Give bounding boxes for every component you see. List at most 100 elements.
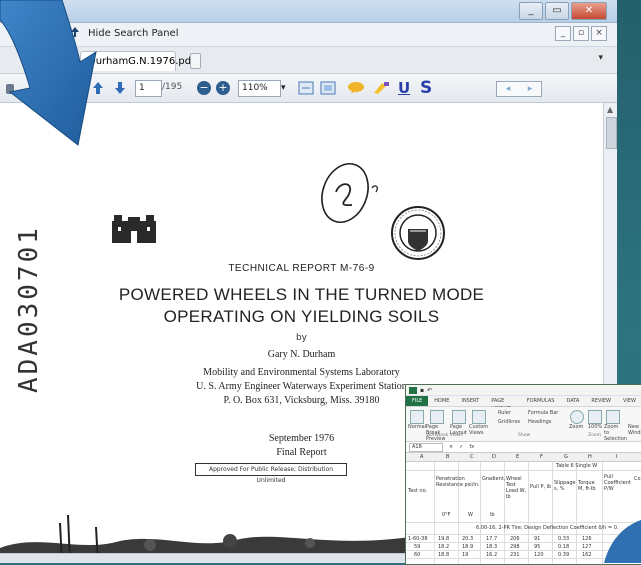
column-header-h[interactable]: H (588, 454, 592, 460)
scrollbar-thumb[interactable] (606, 117, 617, 149)
column-header-f[interactable]: F (540, 454, 543, 460)
zoom-selection-icon[interactable] (606, 410, 620, 424)
ribbon-tab-file[interactable]: FILE (406, 396, 429, 406)
zoom-icon[interactable] (570, 410, 584, 424)
custom-views-button[interactable]: Custom Views (469, 424, 489, 436)
normal-view-icon[interactable] (410, 410, 424, 424)
units-cell: lb (490, 512, 495, 518)
custom-views-icon[interactable] (472, 410, 486, 424)
zoom-100-icon[interactable] (588, 410, 602, 424)
nav-next-button[interactable]: ▸ (528, 82, 533, 96)
scroll-up-icon[interactable]: ▲ (607, 105, 613, 114)
formula-bar: A18 × ✓ fx (406, 442, 641, 453)
report-title-line-2: OPERATING ON YIELDING SOILS (163, 307, 440, 326)
release-statement: Approved For Public Release; Distributio… (195, 463, 347, 484)
zoom-level-input[interactable]: 110% (238, 80, 281, 97)
name-box[interactable]: A18 (409, 442, 443, 452)
window-controls: _ ▭ ✕ (519, 2, 607, 20)
confirm-entry-icon[interactable]: ✓ (459, 444, 463, 450)
ribbon-tab-insert[interactable]: INSERT (455, 396, 485, 406)
normal-view-button[interactable]: Normal (408, 424, 426, 430)
table-caption: Table 6 Single W (556, 463, 598, 469)
excel-logo-icon (409, 386, 417, 394)
zoom-100-button[interactable]: 100% (588, 424, 602, 430)
zoom-button[interactable]: Zoom (569, 424, 583, 430)
ribbon-tab-formulas[interactable]: FORMULAS (521, 396, 561, 406)
author-name: Gary N. Durham (267, 349, 336, 360)
cell-r2-c3: 18.9 (462, 544, 474, 550)
column-header-i[interactable]: I (616, 454, 617, 460)
panel-close-button[interactable]: × (591, 26, 607, 41)
headings-checkbox[interactable]: Headings (528, 419, 551, 425)
fx-label[interactable]: fx (469, 444, 474, 450)
ruler-checkbox[interactable]: Ruler (498, 410, 511, 416)
underline-button[interactable]: U (398, 79, 410, 97)
page-layout-icon[interactable] (452, 410, 466, 424)
nav-prev-button[interactable]: ◂ (506, 82, 511, 96)
page-break-icon[interactable] (430, 410, 444, 424)
status-bar (0, 553, 405, 563)
ribbon-tab-data[interactable]: DATA (560, 396, 585, 406)
header-slippage: Slippage s, % (554, 480, 576, 492)
panel-restore-button[interactable]: ▫ (573, 26, 589, 41)
column-header-g[interactable]: G (564, 454, 568, 460)
header-wheel-load: Wheel Test Load W, lb (506, 476, 527, 500)
zoom-out-icon[interactable]: − (197, 79, 211, 97)
new-tab-button[interactable] (190, 53, 201, 69)
tab-overflow-icon[interactable]: ▾ (598, 53, 603, 63)
new-window-button[interactable]: New Window (628, 424, 641, 436)
agency-seal-icon (388, 199, 446, 267)
cell-r1-c6: 91 (534, 536, 541, 542)
page-count: /195 (162, 82, 183, 92)
column-header-e[interactable]: E (516, 454, 519, 460)
header-torque: Torque M, ft-lb (578, 480, 596, 492)
undo-icon[interactable]: ↶ (427, 387, 432, 394)
fit-page-icon[interactable] (298, 79, 314, 97)
cell-r3-c8: 162 (582, 552, 592, 558)
zoom-dropdown-icon[interactable]: ▾ (281, 79, 286, 97)
zoom-in-icon[interactable]: + (216, 79, 230, 97)
maximize-button[interactable]: ▭ (545, 2, 569, 20)
ribbon-tab-view[interactable]: VIEW (617, 396, 641, 406)
panel-minimize-button[interactable]: _ (555, 26, 571, 41)
group-label-show: Show (518, 433, 531, 438)
strikethrough-button[interactable]: S (420, 78, 432, 98)
cell-r3-c5: 231 (510, 552, 520, 558)
curved-arrow-tail-icon (604, 520, 641, 563)
cell-r1-c8: 126 (582, 536, 592, 542)
curved-arrow-icon (0, 0, 97, 146)
header-penetration: Penetration Resistance psi/in. (436, 476, 480, 488)
zoom-to-selection-button[interactable]: Zoom to Selection (604, 424, 627, 442)
cell-r2-c8: 127 (582, 544, 592, 550)
formula-bar-checkbox[interactable]: Formula Bar (528, 410, 558, 416)
comment-icon[interactable] (347, 79, 365, 97)
gridlines-checkbox[interactable]: Gridlines (498, 419, 520, 425)
close-button[interactable]: ✕ (571, 2, 607, 20)
ribbon-view-panel: Normal Page Break Preview Page Layout Cu… (406, 407, 641, 442)
cell-r2-c5: 298 (510, 544, 520, 550)
ribbon-tab-home[interactable]: HOME (428, 396, 455, 406)
cell-r1-c2: 19.8 (438, 536, 450, 542)
column-header-d[interactable]: D (492, 454, 496, 460)
column-header-c[interactable]: C (470, 454, 474, 460)
units-cell: W (468, 512, 473, 518)
cell-r3-c3: 19 (462, 552, 469, 558)
cell-r1-c7: 0.33 (558, 536, 570, 542)
report-number: TECHNICAL REPORT M-76-9 (228, 263, 375, 274)
page-nav-arrows: ◂ ▸ (496, 81, 542, 97)
ribbon-tab-page-layout[interactable]: PAGE LAYOUT (485, 396, 521, 412)
cell-r2-c7: 0.18 (558, 544, 570, 550)
fit-width-icon[interactable] (320, 79, 336, 97)
cancel-entry-icon[interactable]: × (449, 444, 453, 450)
cell-r3-c4: 16.2 (486, 552, 498, 558)
highlight-icon[interactable] (372, 79, 390, 97)
group-label-workbook-views: Workbook Views (426, 433, 463, 438)
column-header-a[interactable]: A (420, 454, 423, 460)
cell-r3-c1: 60 (414, 552, 421, 558)
handwritten-annotation (269, 158, 400, 232)
minimize-button[interactable]: _ (519, 2, 543, 20)
column-header-b[interactable]: B (446, 454, 449, 460)
header-pull-coefficient: Pull Coefficient P/W (604, 474, 631, 492)
save-icon[interactable]: ▪ (420, 387, 424, 394)
ribbon-tab-review[interactable]: REVIEW (585, 396, 617, 406)
